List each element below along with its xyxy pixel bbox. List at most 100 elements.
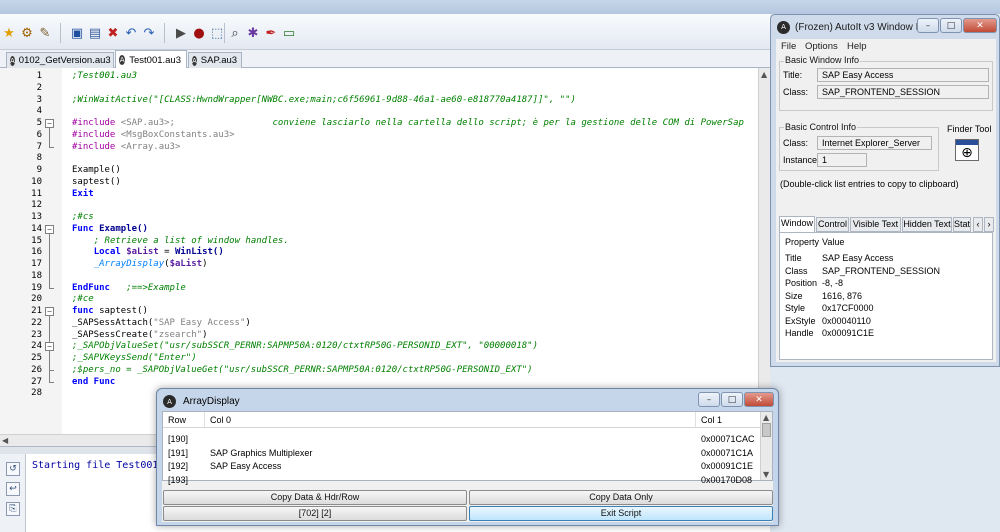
finder-tool-button[interactable]: ⊕ (955, 139, 979, 161)
property-name[interactable]: Handle (785, 328, 814, 338)
tab-scroll-right[interactable]: › (984, 217, 994, 232)
code-line[interactable]: ;Test001.au3 (72, 71, 137, 82)
tab-control[interactable]: Control (816, 217, 849, 232)
column-header-col1[interactable]: Col 1 (696, 412, 762, 428)
menu-options[interactable]: Options (805, 41, 838, 52)
property-value[interactable]: 0x00040110 (822, 316, 871, 326)
run-icon[interactable]: ▶ (172, 24, 190, 42)
fold-toggle[interactable]: − (45, 307, 54, 316)
tab-scroll-left[interactable]: ‹ (973, 217, 983, 232)
property-name[interactable]: Class (785, 266, 808, 276)
code-line[interactable]: Func Example() (72, 224, 148, 235)
tab-test001[interactable]: A Test001.au3 (115, 50, 187, 69)
array-cell[interactable]: 0x00170D08 (701, 472, 752, 488)
property-name[interactable]: Style (785, 303, 805, 313)
editor-vertical-scrollbar[interactable]: ▲ ▼ (758, 68, 770, 434)
code-line[interactable]: ;_SAPVKeysSend("Enter") (72, 353, 197, 364)
property-value[interactable]: 1616, 876 (822, 291, 862, 301)
maximize-button[interactable]: □ (940, 18, 962, 33)
clear-output-icon[interactable]: ↺ (6, 462, 20, 476)
title-field[interactable]: SAP Easy Access (817, 68, 989, 82)
copy-data-hdr-button[interactable]: Copy Data & Hdr/Row (163, 490, 467, 505)
close-button[interactable]: ✕ (963, 18, 997, 33)
code-line[interactable]: _SAPSessCreate("zsearch") (72, 330, 207, 341)
save-all-icon[interactable]: ▤ (86, 24, 104, 42)
code-line[interactable]: #include <Array.au3> (72, 142, 180, 153)
wizard-icon[interactable]: ⚙ (18, 24, 36, 42)
minimize-button[interactable]: – (698, 392, 720, 407)
minimize-button[interactable]: – (917, 18, 939, 33)
code-line[interactable]: ;WinWaitActive("[CLASS:HwndWrapper[NWBC.… (72, 95, 576, 106)
property-name[interactable]: Title (785, 253, 802, 263)
column-header-col0[interactable]: Col 0 (205, 412, 696, 428)
scroll-thumb[interactable] (762, 423, 771, 437)
code-editor[interactable]: 1 ;Test001.au3 2 3 ;WinWaitActive("[CLASS:Hw… (0, 68, 770, 446)
code-line[interactable]: func saptest() (72, 306, 148, 317)
save-icon[interactable]: ▣ (68, 24, 86, 42)
array-list[interactable]: Row Col 0 Col 1 [190] 0x00071CAC [191] SAP … (162, 411, 773, 485)
close-file-icon[interactable]: ✖ (104, 24, 122, 42)
class-field[interactable]: SAP_FRONTEND_SESSION (817, 85, 989, 99)
tab-sap[interactable]: A SAP.au3 (188, 52, 242, 68)
control-class-field[interactable]: Internet Explorer_Server (817, 136, 932, 150)
property-value[interactable]: SAP_FRONTEND_SESSION (822, 266, 940, 276)
copy-output-icon[interactable]: ⎘ (6, 502, 20, 516)
code-line[interactable]: #include <SAP.au3>; conviene lasciarlo n… (72, 118, 744, 129)
fold-toggle[interactable]: − (45, 119, 54, 128)
fold-toggle[interactable]: − (45, 342, 54, 352)
code-line[interactable]: Local $aList = WinList() (72, 247, 224, 258)
menu-help[interactable]: Help (847, 41, 867, 52)
value-header[interactable]: Value (822, 237, 844, 247)
tab-stat[interactable]: Stat (953, 217, 971, 232)
column-header-row[interactable]: Row (163, 412, 205, 428)
close-button[interactable]: ✕ (744, 392, 774, 407)
code-line[interactable]: _ArrayDisplay($aList) (72, 259, 208, 270)
scroll-left-arrow[interactable]: ◀ (2, 436, 8, 445)
tab-visible-text[interactable]: Visible Text (850, 217, 901, 232)
undo-icon[interactable]: ↶ (122, 24, 140, 42)
property-header[interactable]: Property (785, 237, 819, 247)
code-line[interactable]: saptest() (72, 177, 121, 188)
code-line[interactable]: ; Retrieve a list of window handles. (72, 236, 289, 247)
tools-icon[interactable]: ✎ (36, 24, 54, 42)
property-value[interactable]: 0x00091C1E (822, 328, 874, 338)
replace-icon[interactable]: ✱ (244, 24, 262, 42)
find-icon[interactable]: ⌕ (226, 24, 244, 42)
arraydisplay-titlebar[interactable]: A ArrayDisplay (163, 395, 240, 408)
copy-data-only-button[interactable]: Copy Data Only (469, 490, 773, 505)
fold-toggle[interactable]: − (45, 224, 54, 234)
exit-script-button[interactable]: Exit Script (469, 506, 773, 521)
property-value[interactable]: 0x17CF0000 (822, 303, 874, 313)
scroll-down-arrow[interactable]: ▼ (763, 470, 769, 479)
wrap-output-icon[interactable]: ↩ (6, 482, 20, 496)
window-properties-list[interactable]: Property Value Title SAP Easy Access Class… (779, 232, 993, 360)
scroll-up-arrow[interactable]: ▲ (763, 413, 769, 422)
code-line[interactable]: _SAPSessAttach("SAP Easy Access") (72, 318, 251, 329)
code-line[interactable]: Exit (72, 189, 94, 200)
menu-file[interactable]: File (781, 41, 796, 52)
tab-window[interactable]: Window (779, 216, 815, 232)
code-line[interactable]: ;$pers_no = _SAPObjValueGet("usr/subSSCR… (72, 365, 533, 376)
property-value[interactable]: -8, -8 (822, 278, 843, 288)
property-name[interactable]: ExStyle (785, 316, 816, 326)
tab-hidden-text[interactable]: Hidden Text (902, 217, 952, 232)
code-line[interactable]: EndFunc ;==>Example (72, 283, 186, 294)
code-line[interactable]: end Func (72, 377, 115, 388)
tab-0102-getversion[interactable]: A 0102_GetVersion.au3 (6, 52, 114, 68)
scroll-up-arrow[interactable]: ▲ (761, 70, 767, 79)
array-vertical-scrollbar[interactable]: ▲ ▼ (760, 412, 772, 480)
code-line[interactable]: ;_SAPObjValueSet("usr/subSSCR_PERNR:SAPM… (72, 341, 538, 352)
stop-icon[interactable]: ● (190, 24, 208, 42)
property-name[interactable]: Size (785, 291, 803, 301)
code-line[interactable]: ;#cs (72, 212, 94, 223)
maximize-button[interactable]: □ (721, 392, 743, 407)
array-cell[interactable]: [193] (168, 472, 188, 488)
code-area[interactable]: 1 ;Test001.au3 2 3 ;WinWaitActive("[CLASS:Hw… (0, 68, 758, 434)
code-line[interactable]: #include <MsgBoxConstants.au3> (72, 130, 235, 141)
star-icon[interactable]: ★ (0, 24, 18, 42)
code-line[interactable]: Example() (72, 165, 121, 176)
redo-icon[interactable]: ↷ (140, 24, 158, 42)
code-line[interactable]: ;#ce (72, 294, 94, 305)
array-cell[interactable]: SAP Easy Access (210, 458, 281, 474)
window-info-icon[interactable]: ▭ (280, 24, 298, 42)
